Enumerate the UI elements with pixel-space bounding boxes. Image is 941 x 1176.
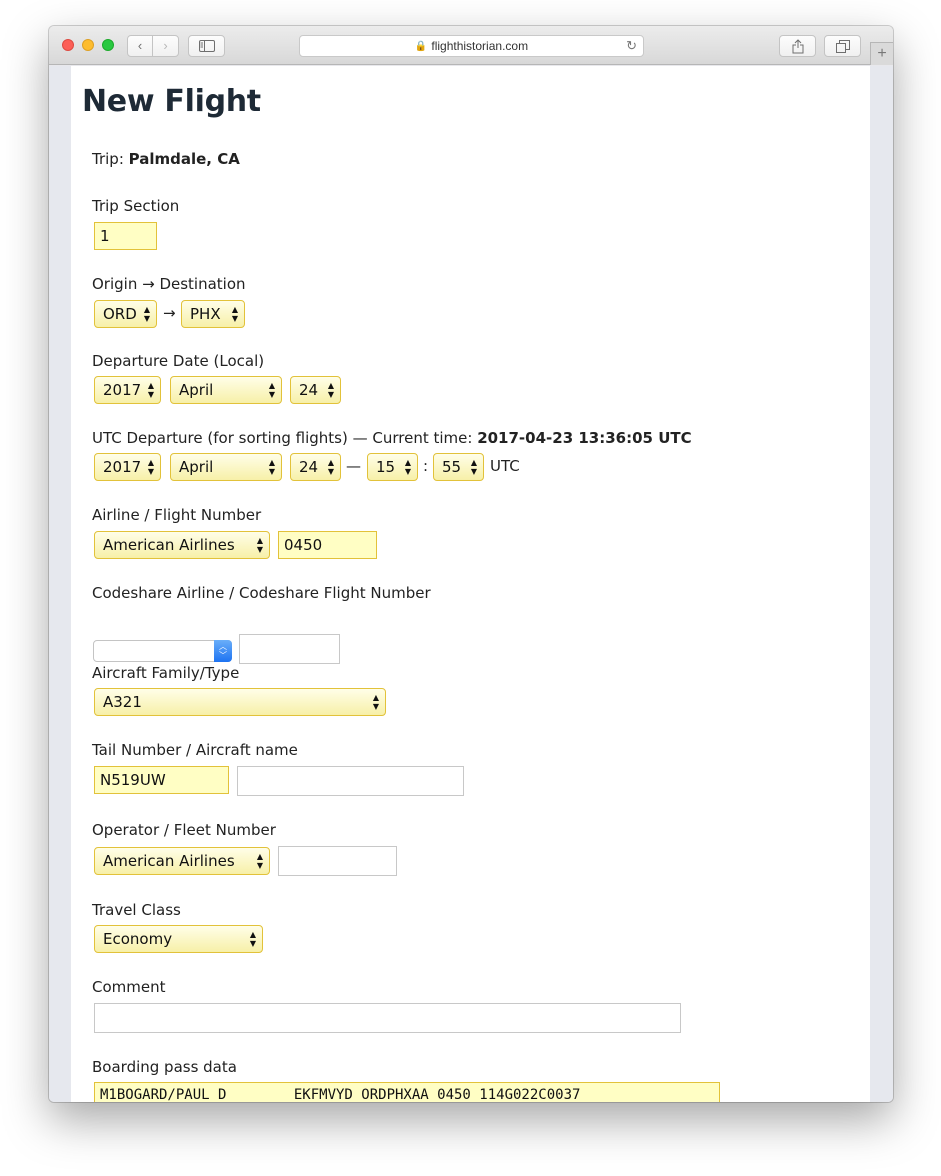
forward-button[interactable]: › — [153, 36, 178, 56]
utc-minute-value: 55 — [442, 458, 462, 476]
aircraft-value: A321 — [103, 693, 142, 711]
trip-section-input[interactable]: 1 — [94, 222, 157, 250]
select-stepper-icon: ︿ ﹀ — [214, 640, 232, 662]
title-bar: ‹ › 🔒 flighthistorian.com ↻ + — [49, 26, 893, 65]
utc-day-select[interactable]: 24 ▲ ▼ — [290, 453, 341, 481]
aircraft-label: Aircraft Family/Type — [92, 664, 240, 682]
lock-icon: 🔒 — [414, 40, 428, 52]
codeshare-label: Codeshare Airline / Codeshare Flight Num… — [92, 584, 431, 602]
utc-colon: : — [423, 457, 429, 475]
select-arrows-icon: ▲ ▼ — [268, 381, 275, 399]
utc-departure-label-text: UTC Departure (for sorting flights) — Cu… — [92, 429, 478, 447]
select-arrows-icon: ▲ ▼ — [147, 381, 154, 399]
departure-day-select[interactable]: 24 ▲ ▼ — [290, 376, 341, 404]
utc-dash: — — [346, 457, 361, 475]
travel-class-select[interactable]: Economy ▲ ▼ — [94, 925, 263, 953]
boarding-pass-textarea[interactable]: M1BOGARD/PAUL D EKFMVYD ORDPHXAA 0450 11… — [94, 1082, 720, 1102]
tabs-icon — [835, 39, 850, 53]
boarding-pass-label: Boarding pass data — [92, 1058, 237, 1076]
select-arrows-icon: ▲ ▼ — [256, 852, 263, 870]
utc-hour-select[interactable]: 15 ▲ ▼ — [367, 453, 418, 481]
utc-suffix: UTC — [490, 457, 520, 475]
current-time: 2017-04-23 13:36:05 UTC — [477, 429, 692, 447]
departure-year-select[interactable]: 2017 ▲ ▼ — [94, 376, 161, 404]
browser-window: ‹ › 🔒 flighthistorian.com ↻ + New Flight… — [49, 26, 893, 1102]
sidebar-icon — [198, 40, 215, 52]
departure-year-value: 2017 — [103, 381, 142, 399]
utc-month-value: April — [179, 458, 214, 476]
operator-value: American Airlines — [103, 852, 235, 870]
utc-year-select[interactable]: 2017 ▲ ▼ — [94, 453, 161, 481]
trip-section-label: Trip Section — [92, 197, 180, 215]
departure-date-label: Departure Date (Local) — [92, 352, 265, 370]
page-title: New Flight — [82, 84, 261, 119]
maximize-window-button[interactable] — [102, 39, 114, 51]
utc-day-value: 24 — [299, 458, 319, 476]
share-icon — [792, 38, 803, 53]
trip-name: Palmdale, CA — [128, 150, 240, 168]
operator-select[interactable]: American Airlines ▲ ▼ — [94, 847, 270, 875]
destination-value: PHX — [190, 305, 221, 323]
page-content: New Flight Trip: Palmdale, CA Trip Secti… — [71, 66, 870, 1102]
close-window-button[interactable] — [62, 39, 74, 51]
route-arrow: → — [163, 304, 176, 322]
departure-month-value: April — [179, 381, 214, 399]
utc-minute-select[interactable]: 55 ▲ ▼ — [433, 453, 484, 481]
aircraft-name-input[interactable] — [237, 766, 464, 796]
select-arrows-icon: ▲ ▼ — [327, 381, 334, 399]
fleet-number-input[interactable] — [278, 846, 397, 876]
utc-hour-value: 15 — [376, 458, 396, 476]
airline-value: American Airlines — [103, 536, 235, 554]
reload-icon[interactable]: ↻ — [626, 38, 637, 54]
departure-month-select[interactable]: April ▲ ▼ — [170, 376, 282, 404]
departure-day-value: 24 — [299, 381, 319, 399]
origin-select[interactable]: ORD ▲ ▼ — [94, 300, 157, 328]
utc-month-select[interactable]: April ▲ ▼ — [170, 453, 282, 481]
destination-select[interactable]: PHX ▲ ▼ — [181, 300, 245, 328]
show-tabs-button[interactable] — [824, 35, 861, 57]
new-tab-button[interactable]: + — [870, 42, 893, 65]
tail-number-input[interactable]: N519UW — [94, 766, 229, 794]
trip-info: Trip: Palmdale, CA — [92, 150, 240, 168]
utc-year-value: 2017 — [103, 458, 142, 476]
comment-label: Comment — [92, 978, 166, 996]
travel-class-value: Economy — [103, 930, 173, 948]
aircraft-select[interactable]: A321 ▲ ▼ — [94, 688, 386, 716]
utc-departure-label: UTC Departure (for sorting flights) — Cu… — [92, 429, 692, 447]
select-arrows-icon: ▲ ▼ — [372, 693, 379, 711]
codeshare-flight-number-input[interactable] — [239, 634, 340, 664]
select-arrows-icon: ▲ ▼ — [256, 536, 263, 554]
sidebar-toggle-button[interactable] — [188, 35, 225, 57]
travel-class-label: Travel Class — [92, 901, 181, 919]
select-arrows-icon: ▲ ▼ — [231, 305, 238, 323]
operator-label: Operator / Fleet Number — [92, 821, 276, 839]
airline-label: Airline / Flight Number — [92, 506, 262, 524]
select-arrows-icon: ▲ ▼ — [249, 930, 256, 948]
share-button[interactable] — [779, 35, 816, 57]
address-bar[interactable]: 🔒 flighthistorian.com ↻ — [299, 35, 644, 57]
select-arrows-icon: ▲ ▼ — [143, 305, 150, 323]
page-gutter-left — [49, 66, 71, 1102]
select-arrows-icon: ▲ ▼ — [147, 458, 154, 476]
flight-number-input[interactable]: 0450 — [278, 531, 377, 559]
back-button[interactable]: ‹ — [128, 36, 154, 56]
page-gutter-right — [870, 66, 893, 1102]
nav-buttons: ‹ › — [127, 35, 179, 57]
route-label: Origin → Destination — [92, 275, 246, 293]
airline-select[interactable]: American Airlines ▲ ▼ — [94, 531, 270, 559]
select-arrows-icon: ▲ ▼ — [470, 458, 477, 476]
minimize-window-button[interactable] — [82, 39, 94, 51]
url-text: flighthistorian.com — [431, 39, 529, 53]
comment-input[interactable] — [94, 1003, 681, 1033]
tail-label: Tail Number / Aircraft name — [92, 741, 298, 759]
select-arrows-icon: ▲ ▼ — [327, 458, 334, 476]
trip-label: Trip: — [92, 150, 129, 168]
select-arrows-icon: ▲ ▼ — [268, 458, 275, 476]
select-arrows-icon: ▲ ▼ — [404, 458, 411, 476]
origin-value: ORD — [103, 305, 137, 323]
codeshare-airline-select[interactable]: ︿ ﹀ — [93, 640, 232, 662]
